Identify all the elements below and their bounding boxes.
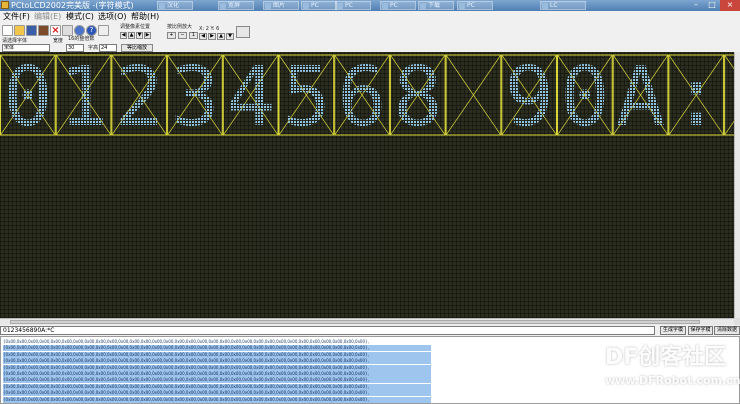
watermark-brand: DF创客社区 [605,345,727,370]
preview-toggle-button[interactable] [236,26,250,38]
taskbar-tab[interactable]: PC [380,1,416,10]
window-title: PCtoLCD2002完美版 -(字符模式) [11,1,134,10]
menu-options[interactable]: 选项(O) [98,12,127,22]
taskbar-tab[interactable]: PC [335,1,371,10]
lcd-canvas[interactable]: 0123456890A:*01234568 90A:* [0,52,734,318]
shift-left-button[interactable]: ◀ [199,33,207,40]
nudge-up-button[interactable]: ▲ [128,32,135,39]
zoom-in-button[interactable]: + [167,32,176,39]
taskbar-tab-label: 宽屏 [228,2,241,9]
nudge-down-button[interactable]: ▼ [136,32,143,39]
equal-ratio-button[interactable]: 等比缩放 [121,44,153,52]
taskbar-tab[interactable]: PC [457,1,493,10]
tab-app-icon [542,3,548,9]
toolbar: × ? 16的整倍数 调整像素位置 ◀ ▲ ▼ ▶ 按比例放大 + − 1 X:… [0,22,740,43]
width-value: 30 [68,45,75,51]
font-select[interactable]: 宋体 [2,44,50,52]
taskbar-tab-label: PC [467,2,475,9]
code-line: {0x00,0x00,0x00,0x00,0x00,0x00,0x00,0x00… [3,345,431,352]
vertical-scrollbar[interactable] [734,52,740,318]
maximize-button[interactable]: □ [704,0,720,11]
taskbar-tab-label: 下载 [428,2,441,9]
height-field[interactable]: 24 [99,44,117,52]
window-controls: – □ × [688,0,740,11]
tab-app-icon [220,3,226,9]
taskbar-tab[interactable]: PC [301,1,337,10]
watermark-url: www.DFRobot.com.cn [605,374,740,387]
taskbar-tab-label: 图片 [273,2,286,9]
width-label: 宽度 [53,38,64,44]
taskbar-tab[interactable]: 图片 [263,1,299,10]
tab-app-icon [459,3,465,9]
minimize-button[interactable]: – [688,0,704,11]
tab-app-icon [420,3,426,9]
zoom-label: 按比例放大 [167,24,193,30]
tab-app-icon [159,3,165,9]
menu-edit[interactable]: 编辑(E) [34,12,61,22]
generate-font-button[interactable]: 生成字模 [660,326,686,335]
taskbar-tab-label: PC [311,2,319,9]
shift-right-button[interactable]: ▶ [208,33,216,40]
font-settings-row: 请选择字体 宋体 宽度 30 字高 24 等比缩放 [0,38,740,52]
taskbar-tab-label: 汉化 [167,2,180,9]
font-select-value: 宋体 [4,45,15,51]
adjust-position-label: 调整像素位置 [120,24,151,30]
lcd-glyph-pixels [0,52,734,318]
scroll-corner [734,318,740,325]
horizontal-scrollbar[interactable] [0,318,734,325]
shift-down-button[interactable]: ▼ [226,33,234,40]
shift-up-button[interactable]: ▲ [217,33,225,40]
clear-data-button[interactable]: 清除数据 [714,326,740,335]
menu-file[interactable]: 文件(F) [3,12,30,22]
taskbar-tab-label: PC [345,2,353,9]
delete-icon[interactable]: × [50,25,61,36]
zoom-reset-button[interactable]: 1 [189,32,198,39]
menu-mode[interactable]: 模式(C) [66,12,94,22]
code-line: {0x00,0x00,0x00,0x00,0x00,0x00,0x00,0x00… [3,383,431,390]
menu-help[interactable]: 帮助(H) [131,12,159,22]
menu-bar: 文件(F) 编辑(E) 模式(C) 选项(O) 帮助(H) [0,11,740,22]
save-icon[interactable] [26,25,37,36]
open-folder-icon[interactable] [14,25,25,36]
settings-icon[interactable] [74,25,85,36]
code-line: {0x00,0x00,0x00,0x00,0x00,0x00,0x00,0x00… [3,371,431,377]
code-line: {0x00,0x00,0x00,0x00,0x00,0x00,0x00,0x00… [3,364,431,371]
taskbar-tab[interactable]: LC [540,1,586,10]
code-line: {0x00,0x00,0x00,0x00,0x00,0x00,0x00,0x00… [3,351,431,358]
code-line: {0x00,0x00,0x00,0x00,0x00,0x00,0x00,0x00… [3,339,369,344]
height-label: 字高 [88,45,99,51]
tab-app-icon [337,3,343,9]
position-readout: X: 2 Y: 6 [199,26,220,32]
about-icon[interactable] [98,25,109,36]
tab-app-icon [265,3,271,9]
tab-app-icon [382,3,388,9]
tab-app-icon [303,3,309,9]
taskbar-tab[interactable]: 下载 [418,1,454,10]
screen-icon[interactable] [62,25,73,36]
help-icon[interactable]: ? [86,25,97,36]
width-field[interactable]: 30 [66,44,84,52]
taskbar-tab[interactable]: 汉化 [157,1,193,10]
taskbar-tab-label: LC [550,2,558,9]
dfrobot-logo-icon [557,347,597,385]
height-value: 24 [101,45,108,51]
code-line: {0x00,0x00,0x00,0x00,0x00,0x00,0x00,0x00… [3,377,431,384]
taskbar-tab[interactable]: 宽屏 [218,1,254,10]
import-image-icon[interactable] [38,25,49,36]
save-font-button[interactable]: 保存字模 [688,326,713,335]
nudge-right-button[interactable]: ▶ [144,32,151,39]
code-line: {0x00,0x00,0x00,0x00,0x00,0x00,0x00,0x00… [3,396,431,403]
code-line: {0x00,0x00,0x00,0x00,0x00,0x00,0x00,0x00… [3,358,431,365]
nudge-left-button[interactable]: ◀ [120,32,127,39]
new-file-icon[interactable] [2,25,13,36]
close-button[interactable]: × [720,0,740,11]
text-input[interactable]: 0123456890A:*C [0,326,655,335]
code-line: {0x00,0x00,0x00,0x00,0x00,0x00,0x00,0x00… [3,390,431,397]
horizontal-scroll-thumb[interactable] [10,320,700,324]
app-icon [1,1,9,9]
zoom-out-button[interactable]: − [178,32,187,39]
taskbar-tab-label: PC [390,2,398,9]
